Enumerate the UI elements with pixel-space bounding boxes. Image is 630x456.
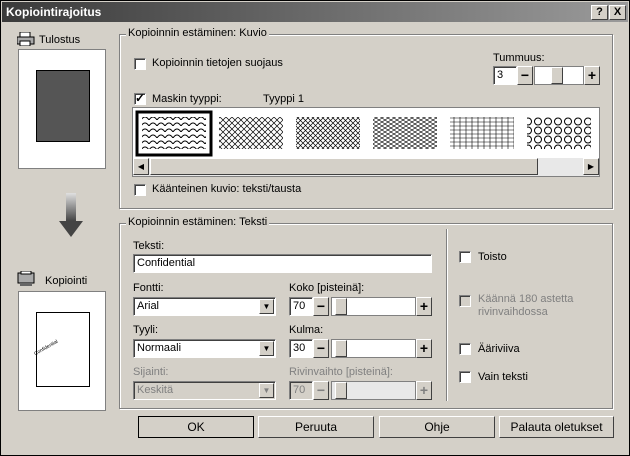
angle-increase-button[interactable]: + — [416, 339, 432, 358]
density-slider[interactable] — [534, 66, 584, 85]
textonly-label: Vain teksti — [478, 371, 528, 383]
mask-pattern-3[interactable] — [296, 117, 360, 149]
mask-pattern-2[interactable] — [219, 117, 283, 149]
angle-value-field[interactable]: 30 — [289, 339, 313, 358]
linespacing-slider[interactable] — [331, 381, 416, 400]
reverse-label: Käänteinen kuvio: teksti/tausta — [152, 183, 302, 195]
protect-label: Kopioinnin tietojen suojaus — [152, 57, 283, 69]
dialog-window: Kopiointirajoitus ? X Tulostus Kopiointi… — [0, 0, 630, 456]
size-increase-button[interactable]: + — [416, 297, 432, 316]
position-label: Sijainti: — [133, 366, 169, 378]
density-value-field[interactable]: 3 — [493, 66, 517, 85]
font-select-value: Arial — [137, 300, 160, 312]
print-preview — [18, 49, 106, 169]
mask-list-scrollbar[interactable]: ◀ ▶ — [133, 158, 599, 176]
style-select-value: Normaali — [137, 342, 182, 354]
linespacing-value-field[interactable]: 70 — [289, 381, 313, 400]
density-label: Tummuus: — [493, 52, 545, 64]
font-label: Fontti: — [133, 282, 164, 294]
style-select[interactable]: Normaali ▼ — [133, 339, 276, 358]
pattern-group-legend: Kopioinnin estäminen: Kuvio — [126, 27, 269, 39]
close-title-button[interactable]: X — [609, 5, 626, 20]
text-group-legend: Kopioinnin estäminen: Teksti — [126, 216, 270, 228]
textonly-checkbox[interactable] — [459, 371, 471, 383]
scroll-thumb[interactable] — [150, 158, 538, 175]
print-label: Tulostus — [39, 34, 81, 46]
density-increase-button[interactable]: + — [584, 66, 600, 85]
copy-label: Kopiointi — [45, 275, 88, 287]
outline-checkbox[interactable] — [459, 343, 471, 355]
angle-decrease-button[interactable]: − — [313, 339, 329, 358]
cancel-button[interactable]: Peruuta — [258, 416, 374, 438]
font-dropdown-icon[interactable]: ▼ — [259, 299, 274, 314]
title-bar: Kopiointirajoitus ? X — [2, 2, 628, 22]
size-label: Koko [pisteinä]: — [289, 282, 365, 294]
repeat-label: Toisto — [478, 251, 507, 263]
mask-checkbox[interactable] — [134, 91, 146, 105]
printer-icon — [16, 31, 35, 49]
linespacing-decrease-button[interactable]: − — [313, 381, 329, 400]
mask-pattern-4[interactable] — [373, 117, 437, 149]
linespacing-slider-thumb[interactable] — [335, 382, 347, 399]
mask-pattern-6[interactable] — [527, 117, 591, 149]
density-slider-thumb[interactable] — [551, 67, 563, 84]
text-input[interactable]: Confidential — [133, 254, 432, 273]
scroll-left-button[interactable]: ◀ — [133, 158, 149, 175]
copier-icon — [17, 270, 35, 290]
protect-checkbox[interactable] — [134, 58, 146, 70]
copy-preview-page: Confidential — [33, 312, 90, 387]
position-select[interactable]: Keskitä ▼ — [133, 381, 276, 400]
help-button[interactable]: Ohje — [379, 416, 495, 438]
linespacing-label: Rivinvaihto [pisteinä]: — [289, 366, 393, 378]
window-title: Kopiointirajoitus — [6, 5, 102, 19]
style-dropdown-icon[interactable]: ▼ — [259, 341, 274, 356]
mask-pattern-list[interactable]: ◀ ▶ — [132, 107, 600, 177]
copy-preview: Confidential — [18, 291, 106, 411]
size-slider[interactable] — [331, 297, 416, 316]
reverse-checkbox[interactable] — [134, 184, 146, 196]
text-group-divider — [446, 229, 448, 401]
style-label: Tyyli: — [133, 324, 159, 336]
size-value-field[interactable]: 70 — [289, 297, 313, 316]
help-title-button[interactable]: ? — [591, 5, 608, 20]
rotate-checkbox[interactable] — [459, 295, 471, 307]
mask-type-value: Tyyppi 1 — [263, 93, 304, 105]
text-label: Teksti: — [133, 240, 165, 252]
size-slider-thumb[interactable] — [335, 298, 347, 315]
down-arrow-icon — [59, 193, 83, 242]
linespacing-increase-button[interactable]: + — [416, 381, 432, 400]
position-select-value: Keskitä — [137, 384, 174, 396]
copy-preview-watermark: Confidential — [33, 338, 60, 358]
density-decrease-button[interactable]: − — [517, 66, 533, 85]
angle-slider-thumb[interactable] — [335, 340, 347, 357]
size-decrease-button[interactable]: − — [313, 297, 329, 316]
restore-defaults-button[interactable]: Palauta oletukset — [499, 416, 614, 438]
print-preview-page — [36, 70, 90, 142]
angle-slider[interactable] — [331, 339, 416, 358]
repeat-checkbox[interactable] — [459, 251, 471, 263]
font-select[interactable]: Arial ▼ — [133, 297, 276, 316]
mask-label: Maskin tyyppi: — [152, 93, 222, 105]
mask-pattern-1-fill — [142, 117, 206, 149]
angle-label: Kulma: — [289, 324, 324, 336]
outline-label: Ääriviiva — [478, 343, 520, 355]
rotate-label: Käännä 180 astetta rivinvaihdossa — [478, 293, 574, 318]
mask-pattern-5[interactable] — [450, 117, 514, 149]
ok-button[interactable]: OK — [138, 416, 254, 438]
scroll-right-button[interactable]: ▶ — [583, 158, 599, 175]
position-dropdown-icon[interactable]: ▼ — [259, 383, 274, 398]
